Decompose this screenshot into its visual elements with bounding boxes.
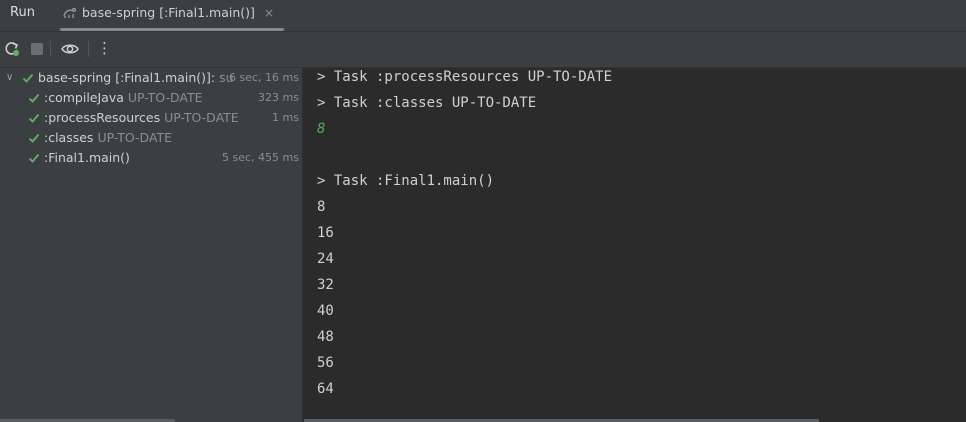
toolbar-separator (88, 41, 89, 57)
console-line: 8 (317, 199, 326, 215)
success-check-icon (28, 153, 40, 163)
console-line: 64 (317, 381, 334, 397)
console-line: 56 (317, 355, 334, 371)
console-line: 8 (317, 121, 326, 137)
console-output[interactable]: > Task :processResources UP-TO-DATE > Ta… (304, 68, 966, 422)
tree-item-label: :compileJava (44, 90, 124, 105)
gradle-icon (63, 7, 77, 18)
console-line: 16 (317, 225, 334, 241)
tree-item-status: UP-TO-DATE (97, 130, 173, 145)
success-check-icon (22, 73, 34, 83)
tree-root-row[interactable]: ∨ base-spring [:Final1.main()]: su 6 sec… (0, 68, 303, 88)
console-line: > Task :classes UP-TO-DATE (317, 95, 537, 111)
tree-item-label: :classes (44, 130, 94, 145)
success-check-icon (28, 133, 40, 143)
tree-item-final1-main[interactable]: :Final1.main() 5 sec, 455 ms (0, 148, 303, 168)
tree-root-label: base-spring [:Final1.main()]: (38, 70, 216, 85)
success-check-icon (28, 113, 40, 123)
tree-item-duration: 1 ms (272, 111, 299, 124)
close-icon[interactable]: × (264, 0, 274, 26)
tree-item-label: :processResources (44, 110, 161, 125)
active-tab-indicator (60, 28, 284, 31)
tree-item-status: UP-TO-DATE (164, 110, 239, 125)
tree-item-label: :Final1.main() (44, 150, 130, 165)
build-tree: ∨ base-spring [:Final1.main()]: su 6 sec… (0, 68, 303, 422)
tree-item-status: UP-TO-DATE (127, 90, 203, 105)
success-check-icon (28, 93, 40, 103)
more-options-icon[interactable]: ⋮ (97, 39, 112, 57)
stop-icon[interactable] (28, 40, 46, 58)
chevron-down-icon[interactable]: ∨ (6, 68, 13, 88)
console-line: 24 (317, 251, 334, 267)
run-toolbar: ⋮ (0, 32, 966, 68)
toolbar-separator (50, 41, 51, 57)
tool-window-tabbar: Run base-spring [:Final1.main()] × (0, 0, 966, 32)
run-tool-window-title[interactable]: Run (10, 0, 35, 28)
eye-icon[interactable] (61, 40, 79, 58)
console-line: > Task :processResources UP-TO-DATE (317, 69, 613, 85)
tree-item-compile-java[interactable]: :compileJava UP-TO-DATE 323 ms (0, 88, 303, 108)
tree-root-duration: 6 sec, 16 ms (229, 71, 299, 84)
tree-item-duration: 323 ms (258, 91, 299, 104)
tree-item-duration: 5 sec, 455 ms (222, 151, 299, 164)
tree-item-process-resources[interactable]: :processResources UP-TO-DATE 1 ms (0, 108, 303, 128)
tab-label: base-spring [:Final1.main()] (82, 5, 255, 20)
console-line: 48 (317, 329, 334, 345)
console-line: 32 (317, 277, 334, 293)
rerun-icon[interactable] (3, 40, 21, 58)
tab-base-spring[interactable]: base-spring [:Final1.main()] × (60, 0, 284, 31)
tree-item-classes[interactable]: :classes UP-TO-DATE (0, 128, 303, 148)
console-line: 40 (317, 303, 334, 319)
console-line: > Task :Final1.main() (317, 173, 495, 189)
